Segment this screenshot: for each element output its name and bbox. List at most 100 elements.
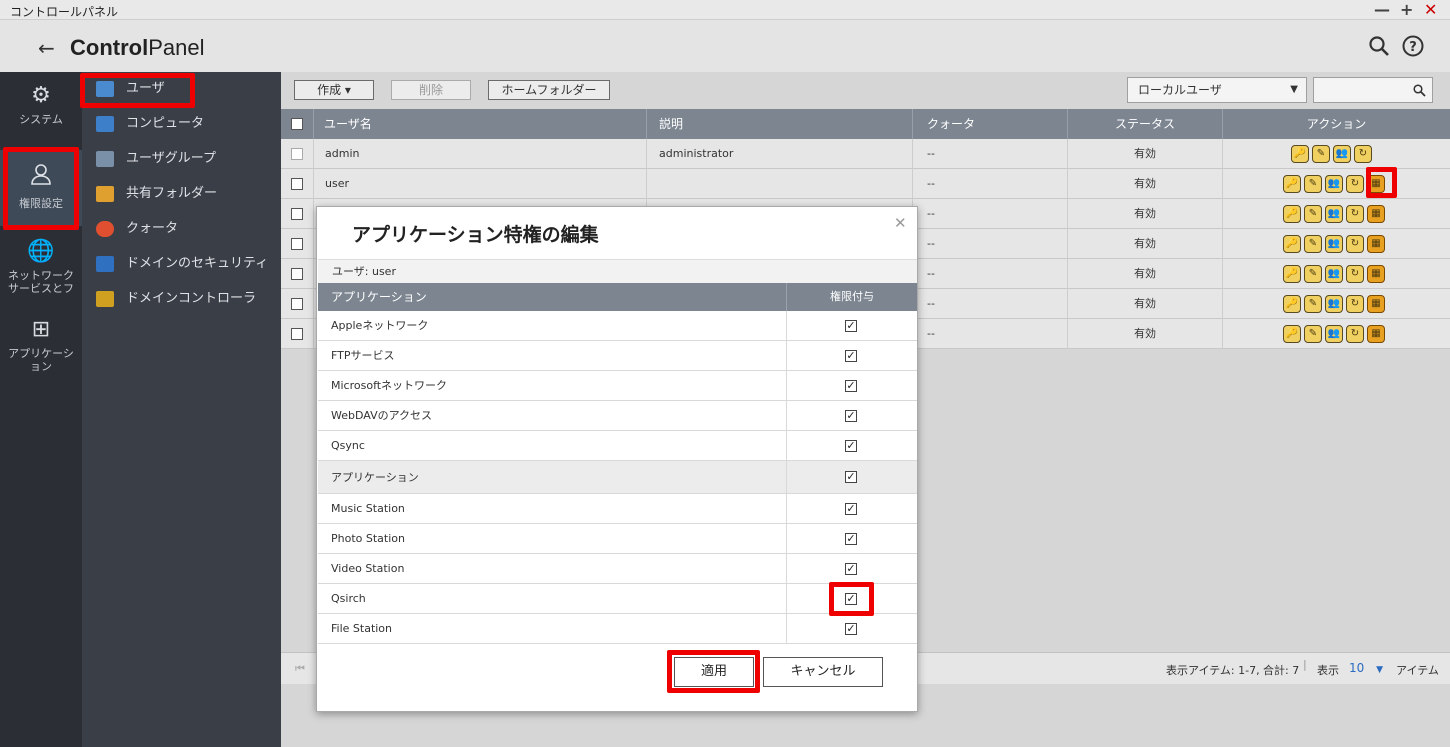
- grant-checkbox[interactable]: ✓: [845, 471, 857, 483]
- row-checkbox[interactable]: [291, 238, 303, 250]
- rail-item-network[interactable]: 🌐 ネットワーク サービスとフ: [0, 240, 82, 300]
- search-input[interactable]: [1313, 77, 1433, 103]
- select-all-checkbox[interactable]: [291, 118, 303, 130]
- menu-item-domain-controller[interactable]: ドメインコントローラ: [96, 288, 256, 310]
- key-icon[interactable]: 🔑: [1283, 235, 1301, 253]
- col-username[interactable]: ユーザ名: [314, 109, 647, 139]
- user-group-icon[interactable]: 👥: [1333, 145, 1351, 163]
- key-icon[interactable]: 🔑: [1283, 205, 1301, 223]
- table-row[interactable]: admin administrator -- 有効 🔑 ✎ 👥 ↻: [281, 139, 1450, 169]
- edit-icon[interactable]: ✎: [1304, 205, 1322, 223]
- edit-icon[interactable]: ✎: [1304, 295, 1322, 313]
- pager-items-text: 表示アイテム: 1-7, 合計: 7: [1166, 664, 1300, 677]
- domain-controller-icon: [96, 291, 114, 307]
- cell-username: admin: [314, 139, 647, 169]
- app-privilege-icon[interactable]: ▦: [1367, 265, 1385, 283]
- rail-item-applications[interactable]: ⊞ アプリケーシ ョン: [0, 318, 82, 378]
- menu-item-quota[interactable]: クォータ: [96, 218, 178, 240]
- highlight-permissions: [3, 147, 79, 230]
- row-checkbox[interactable]: [291, 298, 303, 310]
- home-folder-button[interactable]: ホームフォルダー: [488, 80, 610, 100]
- app-title: ControlPanel: [70, 35, 205, 60]
- cancel-button[interactable]: キャンセル: [763, 657, 883, 687]
- app-privilege-icon[interactable]: ▦: [1367, 235, 1385, 253]
- row-checkbox[interactable]: [291, 178, 303, 190]
- app-privilege-icon[interactable]: ▦: [1367, 205, 1385, 223]
- grant-checkbox[interactable]: ✓: [845, 350, 857, 362]
- cell-quota: --: [913, 199, 1068, 229]
- edit-icon[interactable]: ✎: [1304, 325, 1322, 343]
- user-type-select[interactable]: ローカルユーザ ▼: [1127, 77, 1307, 103]
- menu-label: ドメインコントローラ: [126, 291, 257, 306]
- close-icon[interactable]: ✕: [1424, 0, 1437, 20]
- cell-quota: --: [913, 289, 1068, 319]
- key-icon[interactable]: 🔑: [1291, 145, 1309, 163]
- help-icon[interactable]: ?: [1402, 35, 1424, 57]
- folder-permission-icon[interactable]: ↻: [1346, 175, 1364, 193]
- col-status[interactable]: ステータス: [1068, 109, 1223, 139]
- grant-checkbox[interactable]: ✓: [845, 563, 857, 575]
- grant-checkbox[interactable]: ✓: [845, 503, 857, 515]
- list-item: Photo Station ✓: [318, 524, 917, 554]
- key-icon[interactable]: 🔑: [1283, 265, 1301, 283]
- highlight-app-privilege-button: [1366, 167, 1397, 198]
- folder-permission-icon[interactable]: ↻: [1354, 145, 1372, 163]
- close-icon[interactable]: ✕: [894, 214, 907, 232]
- row-checkbox[interactable]: [291, 208, 303, 220]
- list-item: Music Station ✓: [318, 494, 917, 524]
- user-group-icon[interactable]: 👥: [1325, 205, 1343, 223]
- col-quota[interactable]: クォータ: [913, 109, 1068, 139]
- grant-checkbox[interactable]: ✓: [845, 320, 857, 332]
- back-arrow-icon[interactable]: ←: [38, 36, 55, 60]
- user-group-icon[interactable]: 👥: [1325, 235, 1343, 253]
- menu-item-shared-folders[interactable]: 共有フォルダー: [96, 183, 217, 205]
- folder-permission-icon[interactable]: ↻: [1346, 295, 1364, 313]
- table-row[interactable]: user -- 有効 🔑 ✎ 👥 ↻ ▦: [281, 169, 1450, 199]
- user-group-icon[interactable]: 👥: [1325, 175, 1343, 193]
- user-group-icon[interactable]: 👥: [1325, 265, 1343, 283]
- edit-icon[interactable]: ✎: [1304, 235, 1322, 253]
- col-description[interactable]: 説明: [647, 109, 913, 139]
- search-icon[interactable]: [1368, 35, 1390, 57]
- gear-icon: ⚙: [31, 83, 51, 108]
- key-icon[interactable]: 🔑: [1283, 325, 1301, 343]
- key-icon[interactable]: 🔑: [1283, 175, 1301, 193]
- menu-item-domain-security[interactable]: ドメインのセキュリティ: [96, 253, 268, 275]
- rail-label: アプリケーシ ョン: [8, 347, 74, 373]
- row-checkbox[interactable]: [291, 268, 303, 280]
- row-checkbox[interactable]: [291, 328, 303, 340]
- grant-checkbox[interactable]: ✓: [845, 623, 857, 635]
- grant-checkbox[interactable]: ✓: [845, 410, 857, 422]
- maximize-icon[interactable]: +: [1400, 0, 1413, 20]
- menu-label: ユーザグループ: [126, 151, 216, 166]
- first-page-icon[interactable]: ⏮: [295, 662, 305, 676]
- menu-item-computers[interactable]: コンピュータ: [96, 113, 204, 135]
- edit-icon[interactable]: ✎: [1304, 175, 1322, 193]
- key-icon[interactable]: 🔑: [1283, 295, 1301, 313]
- edit-icon[interactable]: ✎: [1304, 265, 1322, 283]
- per-page-select[interactable]: 10 ▼: [1349, 661, 1383, 675]
- row-checkbox[interactable]: [291, 148, 303, 160]
- create-button[interactable]: 作成 ▾: [294, 80, 374, 100]
- folder-permission-icon[interactable]: ↻: [1346, 235, 1364, 253]
- folder-permission-icon[interactable]: ↻: [1346, 265, 1364, 283]
- row-select-cell: [281, 229, 314, 259]
- menu-item-user-groups[interactable]: ユーザグループ: [96, 148, 216, 170]
- rail-item-system[interactable]: ⚙ システム: [0, 84, 82, 140]
- folder-permission-icon[interactable]: ↻: [1346, 325, 1364, 343]
- user-group-icon[interactable]: 👥: [1325, 325, 1343, 343]
- app-privilege-icon[interactable]: ▦: [1367, 325, 1385, 343]
- grant-checkbox[interactable]: ✓: [845, 440, 857, 452]
- folder-permission-icon[interactable]: ↻: [1346, 205, 1364, 223]
- cell-status: 有効: [1068, 229, 1223, 259]
- edit-icon[interactable]: ✎: [1312, 145, 1330, 163]
- delete-button[interactable]: 削除: [391, 80, 471, 100]
- minimize-icon[interactable]: —: [1374, 0, 1390, 20]
- menu-label: コンピュータ: [126, 116, 205, 131]
- grant-checkbox[interactable]: ✓: [845, 380, 857, 392]
- cell-quota: --: [913, 139, 1068, 169]
- app-privilege-icon[interactable]: ▦: [1367, 295, 1385, 313]
- user-group-icon[interactable]: 👥: [1325, 295, 1343, 313]
- grant-checkbox[interactable]: ✓: [845, 533, 857, 545]
- col-application: アプリケーション: [318, 283, 787, 311]
